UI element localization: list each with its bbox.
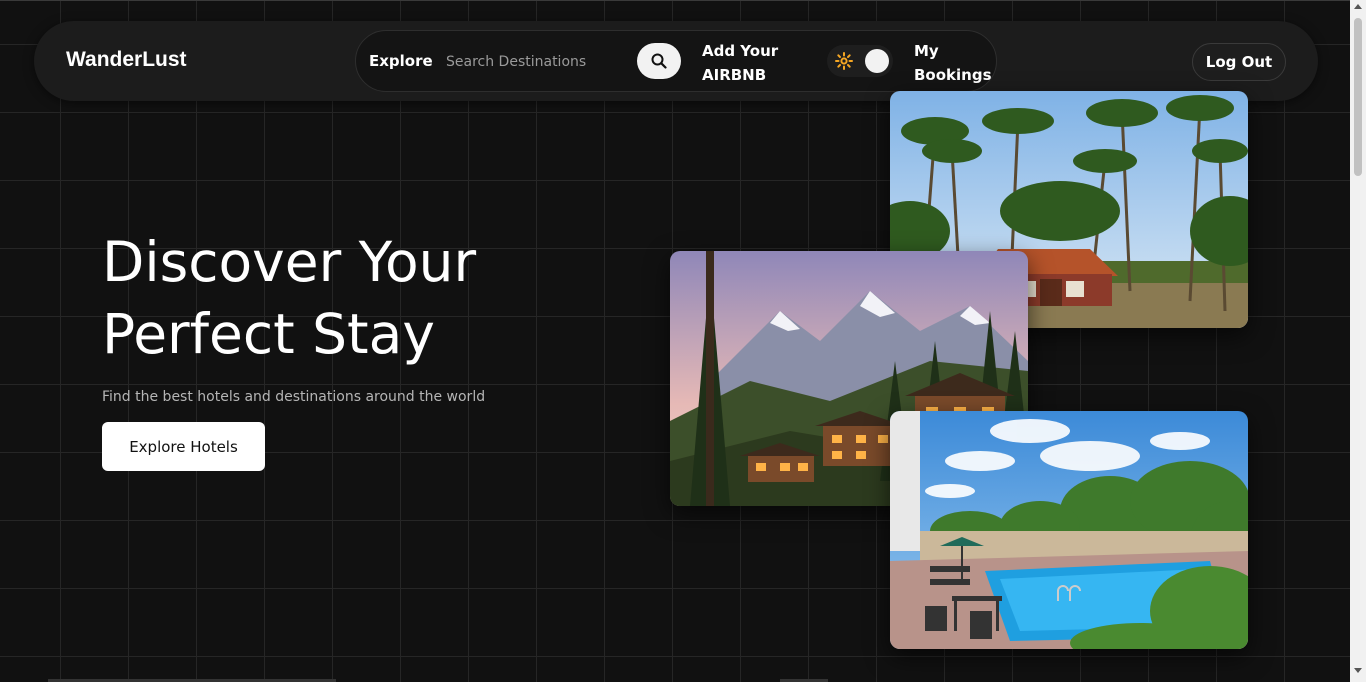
hero-subtitle: Find the best hotels and destinations ar…: [102, 389, 486, 405]
vertical-scrollbar[interactable]: [1350, 0, 1366, 682]
pool-terrace-image: [890, 411, 1248, 649]
search-icon: [651, 53, 667, 69]
add-listing-link[interactable]: Add Your AIRBNB: [702, 39, 812, 87]
theme-toggle[interactable]: [827, 45, 893, 77]
toggle-knob: [865, 49, 889, 73]
search-button[interactable]: [637, 43, 681, 79]
search-input[interactable]: [446, 49, 596, 75]
explore-hotels-button[interactable]: Explore Hotels: [102, 422, 265, 471]
navbar: WanderLust Explore Add Your AIRBNB: [34, 21, 1318, 101]
scroll-thumb[interactable]: [1354, 18, 1362, 176]
nav-explore-link[interactable]: Explore: [369, 52, 433, 70]
sun-icon: [835, 52, 853, 70]
my-bookings-link[interactable]: My Bookings: [914, 39, 994, 87]
window-top-border: [0, 0, 1366, 1]
nav-center-pill: Explore Add Your AIRBNB My Booking: [355, 30, 997, 92]
scroll-up-arrow-icon[interactable]: [1354, 4, 1362, 9]
logout-button[interactable]: Log Out: [1192, 43, 1286, 81]
hero-title: Discover Your Perfect Stay: [102, 230, 477, 366]
scroll-down-arrow-icon[interactable]: [1354, 668, 1362, 673]
brand-logo[interactable]: WanderLust: [66, 48, 187, 72]
